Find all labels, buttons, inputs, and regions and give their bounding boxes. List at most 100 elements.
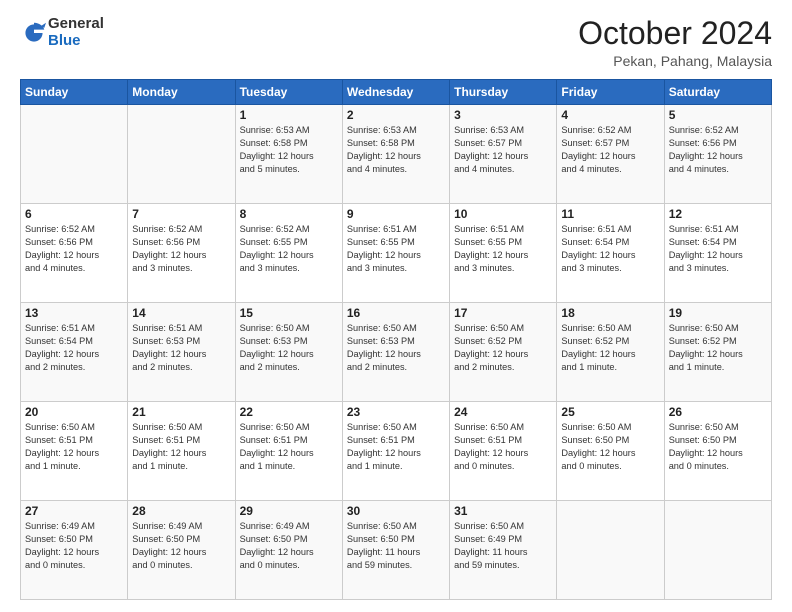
calendar-cell: 31 Sunrise: 6:50 AMSunset: 6:49 PMDayligh… bbox=[450, 501, 557, 600]
cell-content: Sunrise: 6:53 AMSunset: 6:57 PMDaylight:… bbox=[454, 124, 552, 176]
cell-content: Sunrise: 6:50 AMSunset: 6:51 PMDaylight:… bbox=[454, 421, 552, 473]
cell-content: Sunrise: 6:50 AMSunset: 6:53 PMDaylight:… bbox=[240, 322, 338, 374]
location: Pekan, Pahang, Malaysia bbox=[578, 53, 772, 69]
week-row-0: 1Sunrise: 6:53 AMSunset: 6:58 PMDaylight… bbox=[21, 105, 772, 204]
calendar-cell: 6 Sunrise: 6:52 AMSunset: 6:56 PMDaylight… bbox=[21, 204, 128, 303]
calendar-cell bbox=[21, 105, 128, 204]
day-number: 14 bbox=[132, 306, 230, 320]
calendar-cell: 19Sunrise: 6:50 AMSunset: 6:52 PMDayligh… bbox=[664, 303, 771, 402]
calendar-cell: 11Sunrise: 6:51 AMSunset: 6:54 PMDayligh… bbox=[557, 204, 664, 303]
calendar-cell: 23 Sunrise: 6:50 AMSunset: 6:51 PMDayligh… bbox=[342, 402, 449, 501]
day-number: 4 bbox=[561, 108, 659, 122]
day-number: 7 bbox=[132, 207, 230, 221]
cell-content: Sunrise: 6:49 AMSunset: 6:50 PMDaylight:… bbox=[25, 520, 123, 572]
calendar-cell: 20Sunrise: 6:50 AMSunset: 6:51 PMDayligh… bbox=[21, 402, 128, 501]
cell-content: Sunrise: 6:52 AMSunset: 6:56 PMDaylight:… bbox=[669, 124, 767, 176]
calendar-cell: 27 Sunrise: 6:49 AMSunset: 6:50 PMDayligh… bbox=[21, 501, 128, 600]
calendar-cell: 10Sunrise: 6:51 AMSunset: 6:55 PMDayligh… bbox=[450, 204, 557, 303]
logo-text: General Blue bbox=[48, 16, 104, 49]
cell-content: Sunrise: 6:51 AMSunset: 6:54 PMDaylight:… bbox=[561, 223, 659, 275]
day-number: 13 bbox=[25, 306, 123, 320]
day-number: 27 bbox=[25, 504, 123, 518]
cell-content: Sunrise: 6:50 AMSunset: 6:51 PMDaylight:… bbox=[240, 421, 338, 473]
logo-icon bbox=[22, 21, 46, 45]
weekday-header-sunday: Sunday bbox=[21, 80, 128, 105]
cell-content: Sunrise: 6:50 AMSunset: 6:50 PMDaylight:… bbox=[669, 421, 767, 473]
calendar-cell: 4 Sunrise: 6:52 AMSunset: 6:57 PMDaylight… bbox=[557, 105, 664, 204]
day-number: 8 bbox=[240, 207, 338, 221]
weekday-header-row: SundayMondayTuesdayWednesdayThursdayFrid… bbox=[21, 80, 772, 105]
cell-content: Sunrise: 6:51 AMSunset: 6:55 PMDaylight:… bbox=[347, 223, 445, 275]
calendar-cell: 21 Sunrise: 6:50 AMSunset: 6:51 PMDayligh… bbox=[128, 402, 235, 501]
cell-content: Sunrise: 6:51 AMSunset: 6:54 PMDaylight:… bbox=[669, 223, 767, 275]
cell-content: Sunrise: 6:50 AMSunset: 6:49 PMDaylight:… bbox=[454, 520, 552, 572]
calendar-cell: 30 Sunrise: 6:50 AMSunset: 6:50 PMDayligh… bbox=[342, 501, 449, 600]
day-number: 28 bbox=[132, 504, 230, 518]
day-number: 16 bbox=[347, 306, 445, 320]
calendar-cell: 18 Sunrise: 6:50 AMSunset: 6:52 PMDayligh… bbox=[557, 303, 664, 402]
cell-content: Sunrise: 6:50 AMSunset: 6:50 PMDaylight:… bbox=[561, 421, 659, 473]
cell-content: Sunrise: 6:49 AMSunset: 6:50 PMDaylight:… bbox=[132, 520, 230, 572]
logo-general-text: General bbox=[48, 16, 104, 33]
calendar-cell: 28 Sunrise: 6:49 AMSunset: 6:50 PMDayligh… bbox=[128, 501, 235, 600]
calendar-table: SundayMondayTuesdayWednesdayThursdayFrid… bbox=[20, 79, 772, 600]
day-number: 25 bbox=[561, 405, 659, 419]
month-title: October 2024 bbox=[578, 16, 772, 51]
weekday-header-friday: Friday bbox=[557, 80, 664, 105]
calendar-cell: 17Sunrise: 6:50 AMSunset: 6:52 PMDayligh… bbox=[450, 303, 557, 402]
logo: General Blue bbox=[20, 16, 104, 49]
day-number: 2 bbox=[347, 108, 445, 122]
title-section: October 2024 Pekan, Pahang, Malaysia bbox=[578, 16, 772, 69]
day-number: 29 bbox=[240, 504, 338, 518]
day-number: 22 bbox=[240, 405, 338, 419]
cell-content: Sunrise: 6:50 AMSunset: 6:51 PMDaylight:… bbox=[25, 421, 123, 473]
cell-content: Sunrise: 6:50 AMSunset: 6:51 PMDaylight:… bbox=[347, 421, 445, 473]
day-number: 24 bbox=[454, 405, 552, 419]
cell-content: Sunrise: 6:50 AMSunset: 6:52 PMDaylight:… bbox=[561, 322, 659, 374]
weekday-header-tuesday: Tuesday bbox=[235, 80, 342, 105]
calendar-cell: 29 Sunrise: 6:49 AMSunset: 6:50 PMDayligh… bbox=[235, 501, 342, 600]
cell-content: Sunrise: 6:50 AMSunset: 6:50 PMDaylight:… bbox=[347, 520, 445, 572]
day-number: 18 bbox=[561, 306, 659, 320]
day-number: 17 bbox=[454, 306, 552, 320]
weekday-header-saturday: Saturday bbox=[664, 80, 771, 105]
calendar-cell: 13Sunrise: 6:51 AMSunset: 6:54 PMDayligh… bbox=[21, 303, 128, 402]
cell-content: Sunrise: 6:52 AMSunset: 6:55 PMDaylight:… bbox=[240, 223, 338, 275]
calendar-cell: 14 Sunrise: 6:51 AMSunset: 6:53 PMDayligh… bbox=[128, 303, 235, 402]
week-row-4: 27 Sunrise: 6:49 AMSunset: 6:50 PMDayligh… bbox=[21, 501, 772, 600]
day-number: 30 bbox=[347, 504, 445, 518]
week-row-3: 20Sunrise: 6:50 AMSunset: 6:51 PMDayligh… bbox=[21, 402, 772, 501]
week-row-2: 13Sunrise: 6:51 AMSunset: 6:54 PMDayligh… bbox=[21, 303, 772, 402]
day-number: 6 bbox=[25, 207, 123, 221]
cell-content: Sunrise: 6:51 AMSunset: 6:53 PMDaylight:… bbox=[132, 322, 230, 374]
calendar-cell: 22 Sunrise: 6:50 AMSunset: 6:51 PMDayligh… bbox=[235, 402, 342, 501]
cell-content: Sunrise: 6:53 AMSunset: 6:58 PMDaylight:… bbox=[347, 124, 445, 176]
cell-content: Sunrise: 6:52 AMSunset: 6:56 PMDaylight:… bbox=[25, 223, 123, 275]
logo-blue-text: Blue bbox=[48, 33, 104, 50]
header: General Blue October 2024 Pekan, Pahang,… bbox=[20, 16, 772, 69]
calendar-cell: 8 Sunrise: 6:52 AMSunset: 6:55 PMDaylight… bbox=[235, 204, 342, 303]
calendar-cell: 9 Sunrise: 6:51 AMSunset: 6:55 PMDaylight… bbox=[342, 204, 449, 303]
calendar-cell: 2 Sunrise: 6:53 AMSunset: 6:58 PMDaylight… bbox=[342, 105, 449, 204]
cell-content: Sunrise: 6:49 AMSunset: 6:50 PMDaylight:… bbox=[240, 520, 338, 572]
day-number: 12 bbox=[669, 207, 767, 221]
calendar-cell: 15Sunrise: 6:50 AMSunset: 6:53 PMDayligh… bbox=[235, 303, 342, 402]
cell-content: Sunrise: 6:52 AMSunset: 6:56 PMDaylight:… bbox=[132, 223, 230, 275]
cell-content: Sunrise: 6:50 AMSunset: 6:51 PMDaylight:… bbox=[132, 421, 230, 473]
calendar-cell bbox=[664, 501, 771, 600]
day-number: 5 bbox=[669, 108, 767, 122]
weekday-header-monday: Monday bbox=[128, 80, 235, 105]
day-number: 26 bbox=[669, 405, 767, 419]
calendar-cell: 16 Sunrise: 6:50 AMSunset: 6:53 PMDayligh… bbox=[342, 303, 449, 402]
calendar-cell: 5 Sunrise: 6:52 AMSunset: 6:56 PMDaylight… bbox=[664, 105, 771, 204]
cell-content: Sunrise: 6:52 AMSunset: 6:57 PMDaylight:… bbox=[561, 124, 659, 176]
day-number: 21 bbox=[132, 405, 230, 419]
day-number: 31 bbox=[454, 504, 552, 518]
cell-content: Sunrise: 6:50 AMSunset: 6:53 PMDaylight:… bbox=[347, 322, 445, 374]
calendar-cell: 24 Sunrise: 6:50 AMSunset: 6:51 PMDayligh… bbox=[450, 402, 557, 501]
calendar-cell: 26 Sunrise: 6:50 AMSunset: 6:50 PMDayligh… bbox=[664, 402, 771, 501]
cell-content: Sunrise: 6:53 AMSunset: 6:58 PMDaylight:… bbox=[240, 124, 338, 176]
day-number: 23 bbox=[347, 405, 445, 419]
cell-content: Sunrise: 6:50 AMSunset: 6:52 PMDaylight:… bbox=[669, 322, 767, 374]
day-number: 9 bbox=[347, 207, 445, 221]
